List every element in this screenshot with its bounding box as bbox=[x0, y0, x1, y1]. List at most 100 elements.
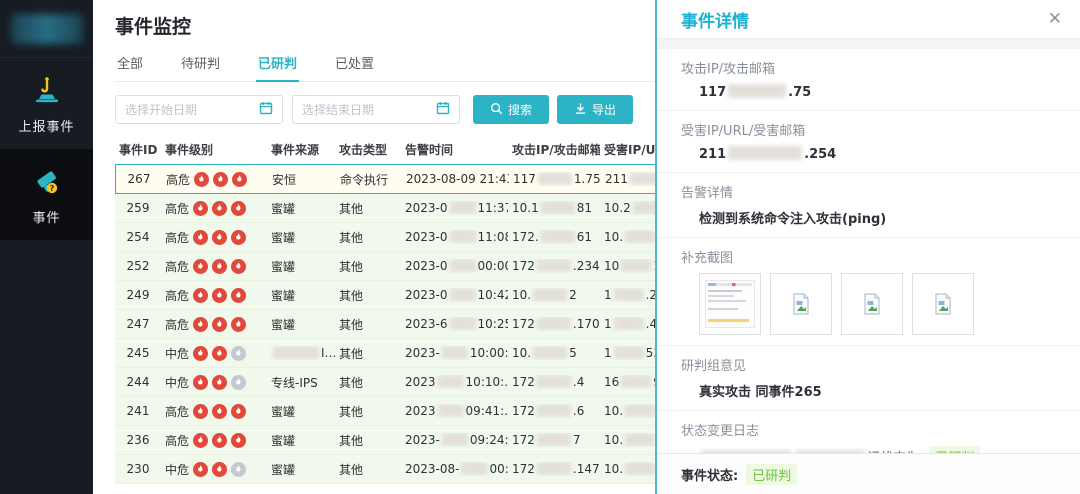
flame-icon bbox=[234, 465, 243, 474]
cell-attack-ip: 1171.75 bbox=[509, 172, 601, 186]
redacted-text bbox=[625, 404, 655, 417]
event-table: 事件ID事件级别事件来源攻击类型告警时间攻击IP/攻击邮箱受害IP/URL/受害… bbox=[115, 134, 655, 484]
table-row[interactable]: 230中危蜜罐其他2023-08-00:00:…172.14710.21 bbox=[115, 455, 655, 484]
redacted-text bbox=[795, 450, 865, 453]
drawer-header: 事件详情 ✕ bbox=[657, 0, 1080, 39]
tab-2-active[interactable]: 已研判 bbox=[256, 49, 299, 81]
flame-icon bbox=[216, 175, 225, 184]
table-row[interactable]: 241高危蜜罐其他202309:41:…172.610.21 bbox=[115, 397, 655, 426]
flame-icon bbox=[196, 291, 205, 300]
severity-flame-icon bbox=[194, 172, 209, 187]
close-icon[interactable]: ✕ bbox=[1048, 11, 1062, 28]
table-row[interactable]: 254高危蜜罐其他2023-011:08:…172.6110..21 bbox=[115, 223, 655, 252]
status-log-entry: 记状态为: 已研判 bbox=[681, 446, 1056, 453]
redacted-text bbox=[537, 404, 571, 417]
cell-victim-ip: 2112 bbox=[601, 172, 655, 186]
alert-detail-section: 告警详情 检测到系统命令注入攻击(ping) bbox=[657, 173, 1080, 238]
table-row[interactable]: 247高危蜜罐其他2023-610:25:…172.1701.46 bbox=[115, 310, 655, 339]
cell-attack-type: 命令执行 bbox=[336, 171, 402, 188]
export-button-label: 导出 bbox=[592, 101, 616, 118]
table-row[interactable]: 249高危蜜罐其他2023-010:42:…10.21.21 bbox=[115, 281, 655, 310]
download-icon bbox=[574, 102, 587, 118]
cell-event-level: 高危 bbox=[161, 432, 267, 449]
severity-flame-icon bbox=[212, 230, 227, 245]
cell-event-id: 244 bbox=[115, 375, 161, 389]
search-button[interactable]: 搜索 bbox=[473, 95, 549, 124]
sidebar-item-label: 事件 bbox=[32, 211, 60, 226]
cell-event-level: 中危 bbox=[161, 345, 267, 362]
cell-event-id: 259 bbox=[115, 201, 161, 215]
level-label: 高危 bbox=[165, 229, 189, 246]
end-date-placeholder: 选择结束日期 bbox=[302, 101, 374, 118]
table-row[interactable]: 245中危I…其他2023-10:00:…10.5153 52 bbox=[115, 339, 655, 368]
column-header-5: 攻击IP/攻击邮箱 bbox=[508, 141, 600, 158]
severity-flame-icon bbox=[212, 462, 227, 477]
screenshot-thumbnail-4[interactable] bbox=[912, 273, 974, 335]
broken-image-icon bbox=[931, 292, 955, 316]
event-status-badge: 已研判 bbox=[746, 464, 797, 485]
crane-icon bbox=[30, 74, 64, 108]
cell-alert-time: 2023-610:25:… bbox=[401, 317, 508, 331]
screenshots-section: 补充截图 bbox=[657, 238, 1080, 346]
sidebar-nav: 上报事件? 事件 bbox=[0, 58, 93, 240]
severity-flame-icon bbox=[212, 259, 227, 274]
app-root: 上报事件?事件 事件监控 全部待研判已研判已处置 选择开始日期 选择结束日期 bbox=[0, 0, 1080, 494]
event-status-bar: 事件状态: 已研判 bbox=[657, 453, 1080, 494]
cell-event-source: 蜜罐 bbox=[267, 316, 335, 333]
tab-0[interactable]: 全部 bbox=[115, 49, 145, 81]
flame-icon bbox=[215, 407, 224, 416]
cell-event-source: 蜜罐 bbox=[267, 403, 335, 420]
cell-event-source: 专线-IPS bbox=[267, 374, 335, 391]
cell-alert-time: 202309:41:… bbox=[401, 404, 508, 418]
flame-icon bbox=[196, 320, 205, 329]
export-button[interactable]: 导出 bbox=[557, 95, 633, 124]
flame-icon bbox=[197, 175, 206, 184]
status-log-badge: 已研判 bbox=[929, 446, 980, 453]
redacted-text bbox=[442, 346, 468, 359]
flame-icon bbox=[196, 465, 205, 474]
tab-1[interactable]: 待研判 bbox=[179, 49, 222, 81]
flame-icon bbox=[234, 233, 243, 242]
screenshot-thumbnail-2[interactable] bbox=[770, 273, 832, 335]
table-row[interactable]: 259高危蜜罐其他2023-011:37:…10.18110.237 bbox=[115, 194, 655, 223]
svg-text:?: ? bbox=[49, 184, 54, 193]
table-row[interactable]: 236高危蜜罐其他2023-09:24:…172710.21 bbox=[115, 426, 655, 455]
table-row[interactable]: 252高危蜜罐其他2023-000:00:…172.234101.21 bbox=[115, 252, 655, 281]
start-date-input[interactable]: 选择开始日期 bbox=[115, 95, 283, 124]
cell-attack-type: 其他 bbox=[335, 258, 401, 275]
tab-3[interactable]: 已处置 bbox=[333, 49, 376, 81]
severity-flame-icon bbox=[231, 201, 246, 216]
cell-event-level: 高危 bbox=[161, 403, 267, 420]
severity-flame-icon bbox=[231, 404, 246, 419]
severity-flame-icon bbox=[193, 346, 208, 361]
cell-event-id: 252 bbox=[115, 259, 161, 273]
sidebar-item-event[interactable]: ? 事件 bbox=[0, 149, 93, 240]
severity-flame-icon bbox=[193, 404, 208, 419]
sidebar-item-report-event[interactable]: 上报事件 bbox=[0, 58, 93, 149]
cell-attack-type: 其他 bbox=[335, 229, 401, 246]
severity-flame-icon bbox=[193, 259, 208, 274]
table-row-selected[interactable]: 267高危安恒命令执行2023-08-09 21:43:…1171.752112… bbox=[115, 164, 655, 194]
redacted-text bbox=[533, 288, 567, 301]
cell-event-id: 241 bbox=[115, 404, 161, 418]
redacted-text bbox=[273, 346, 319, 359]
cell-victim-ip: 101.21 bbox=[600, 259, 655, 273]
screenshot-thumbnail-3[interactable] bbox=[841, 273, 903, 335]
cell-attack-type: 其他 bbox=[335, 316, 401, 333]
cell-event-id: 254 bbox=[115, 230, 161, 244]
cell-alert-time: 202310:10:… bbox=[401, 375, 508, 389]
table-row[interactable]: 244中危专线-IPS其他202310:10:…172.4169 46 bbox=[115, 368, 655, 397]
cell-attack-ip: 10.5 bbox=[508, 346, 600, 360]
end-date-input[interactable]: 选择结束日期 bbox=[292, 95, 460, 124]
redacted-text bbox=[438, 404, 464, 417]
severity-flame-icon bbox=[193, 317, 208, 332]
screenshot-thumbnail-1[interactable] bbox=[699, 273, 761, 335]
redacted-text bbox=[728, 84, 786, 98]
level-label: 高危 bbox=[165, 403, 189, 420]
severity-flame-icon bbox=[212, 404, 227, 419]
opinion-label: 研判组意见 bbox=[681, 355, 1056, 374]
severity-flame-icon bbox=[193, 462, 208, 477]
search-icon bbox=[490, 102, 503, 118]
flame-icon bbox=[234, 262, 243, 271]
cell-victim-ip: 10.21 bbox=[600, 462, 655, 476]
